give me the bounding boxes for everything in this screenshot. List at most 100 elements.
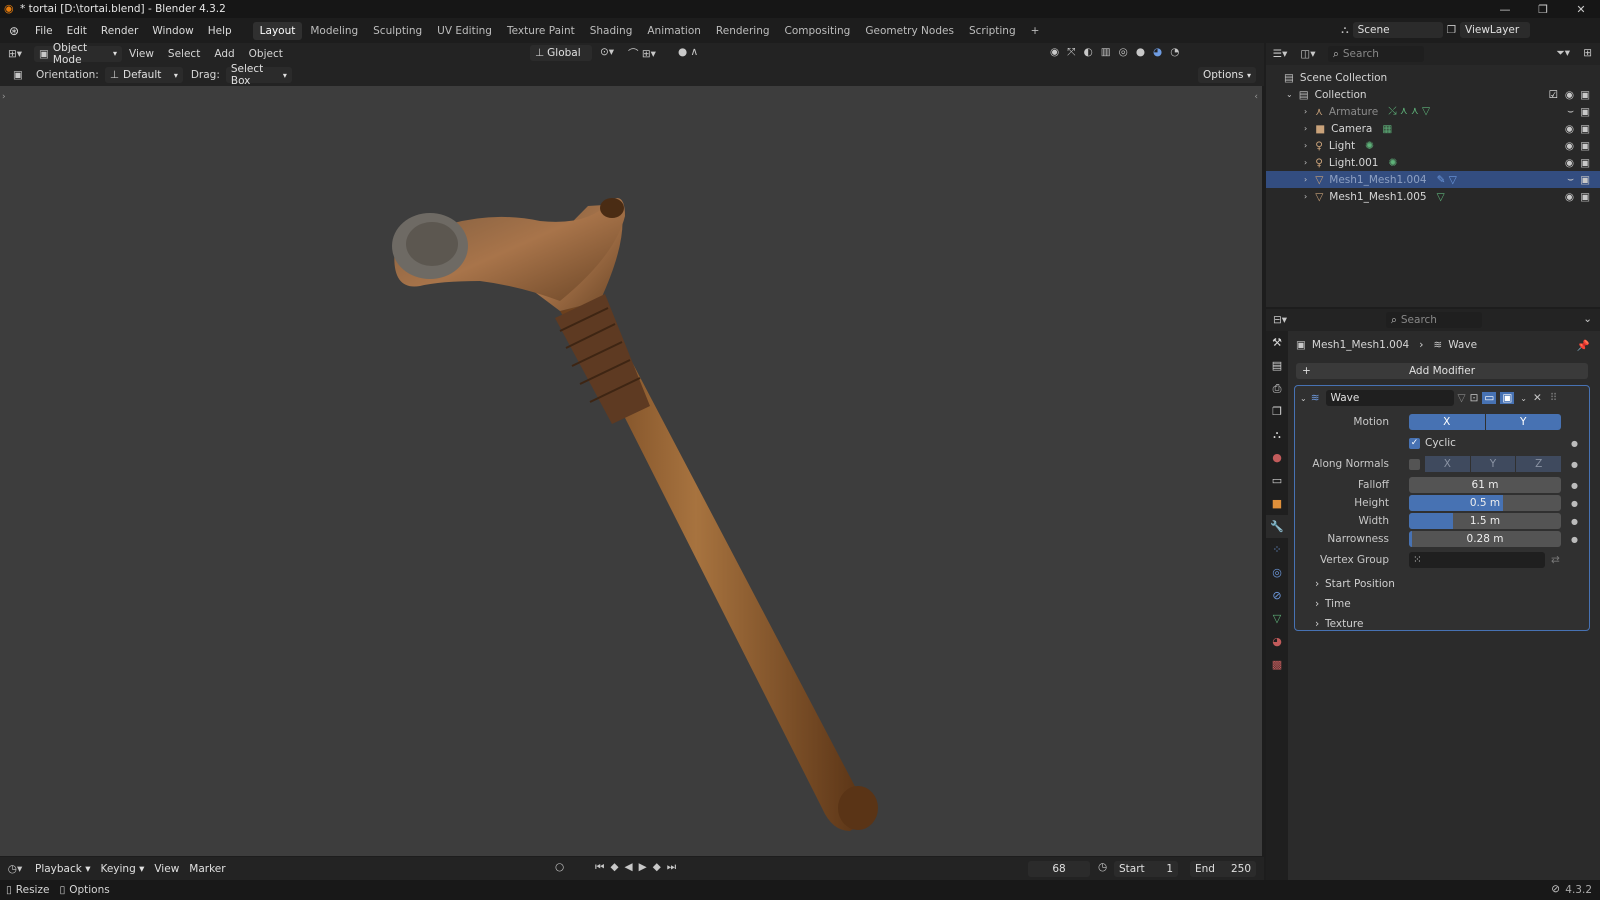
keyframe-dot-icon[interactable]: ● bbox=[1571, 481, 1578, 490]
gizmo-icon[interactable]: ⤧ bbox=[1067, 46, 1075, 59]
current-frame-field[interactable]: 68 bbox=[1028, 861, 1090, 877]
menu-playback[interactable]: Playback ▾ bbox=[30, 861, 95, 877]
eye-icon[interactable]: ◉ bbox=[1565, 157, 1574, 169]
normals-y-toggle[interactable]: Y bbox=[1470, 456, 1516, 472]
hidden-icon[interactable]: ⌣ bbox=[1567, 173, 1574, 186]
chevron-right-icon[interactable]: › bbox=[1304, 107, 1307, 116]
proportional-edit-icon[interactable]: ● ∧ bbox=[678, 46, 698, 58]
outliner-editor-icon[interactable]: ☰▾ bbox=[1266, 48, 1294, 60]
display-mode-icon[interactable]: ◫▾ bbox=[1294, 48, 1322, 60]
camera-render-icon[interactable]: ▣ bbox=[1580, 174, 1590, 186]
falloff-field[interactable]: 61 m bbox=[1409, 477, 1561, 493]
view-layer-selector[interactable]: ViewLayer bbox=[1460, 22, 1530, 38]
modifier-name-field[interactable]: Wave bbox=[1325, 390, 1454, 406]
collapse-icon[interactable]: ⌄ bbox=[1300, 394, 1307, 403]
camera-render-icon[interactable]: ▣ bbox=[1580, 157, 1590, 169]
eye-icon[interactable]: ◉ bbox=[1565, 191, 1574, 203]
tab-shading[interactable]: Shading bbox=[583, 22, 640, 40]
properties-search-input[interactable]: ⌕ Search bbox=[1386, 312, 1482, 328]
mode-selector[interactable]: ▣ Object Mode ▾ bbox=[34, 42, 122, 66]
start-frame-field[interactable]: Start 1 bbox=[1114, 861, 1178, 877]
normals-x-toggle[interactable]: X bbox=[1425, 456, 1470, 472]
collection-checkbox-icon[interactable]: ☑ bbox=[1549, 89, 1558, 101]
drag-selector[interactable]: Select Box ▾ bbox=[225, 63, 292, 87]
output-tab-icon[interactable]: ⎙ bbox=[1266, 377, 1288, 400]
rendered-shading-icon[interactable]: ◔ bbox=[1170, 46, 1179, 59]
menu-keying[interactable]: Keying ▾ bbox=[95, 861, 149, 877]
texture-subpanel[interactable]: › Texture bbox=[1295, 616, 1589, 632]
height-slider[interactable]: 0.5 m bbox=[1409, 495, 1561, 511]
blender-menu-icon[interactable]: ⊛ bbox=[0, 24, 28, 38]
jump-start-icon[interactable]: ⏮ bbox=[595, 861, 604, 874]
dropdown-icon[interactable]: ⌄ bbox=[1520, 394, 1527, 403]
tab-compositing[interactable]: Compositing bbox=[778, 22, 858, 40]
menu-help[interactable]: Help bbox=[201, 25, 239, 37]
eye-icon[interactable]: ◉ bbox=[1565, 140, 1574, 152]
collection-row[interactable]: ⌄ ▤ Collection ☑ ◉ ▣ bbox=[1266, 86, 1600, 103]
remove-modifier-icon[interactable]: ✕ bbox=[1533, 392, 1542, 404]
menu-select[interactable]: Select bbox=[161, 48, 207, 60]
chevron-right-icon[interactable]: › bbox=[1304, 192, 1307, 201]
tab-animation[interactable]: Animation bbox=[640, 22, 708, 40]
outliner-item-light[interactable]: › ♀ Light ✺ ◉ ▣ bbox=[1266, 137, 1600, 154]
world-tab-icon[interactable]: ● bbox=[1266, 446, 1288, 469]
camera-render-icon[interactable]: ▣ bbox=[1580, 191, 1590, 203]
tab-layout[interactable]: Layout bbox=[252, 22, 303, 40]
tab-modeling[interactable]: Modeling bbox=[303, 22, 365, 40]
play-reverse-icon[interactable]: ◀ bbox=[625, 861, 633, 874]
realtime-icon[interactable]: ▭ bbox=[1482, 392, 1497, 404]
normals-z-toggle[interactable]: Z bbox=[1516, 456, 1562, 472]
eye-icon[interactable]: ◉ bbox=[1565, 123, 1574, 135]
scene-selector[interactable]: Scene bbox=[1352, 22, 1443, 38]
menu-object[interactable]: Object bbox=[242, 48, 290, 60]
transform-orientation-selector[interactable]: ⊥ Global bbox=[530, 45, 592, 61]
data-tab-icon[interactable]: ▽ bbox=[1266, 607, 1288, 630]
drag-handle-icon[interactable]: ⠿ bbox=[1550, 392, 1558, 404]
outliner-search-input[interactable]: ⌕ Search bbox=[1328, 46, 1424, 62]
play-icon[interactable]: ▶ bbox=[639, 861, 647, 874]
menu-render[interactable]: Render bbox=[94, 25, 145, 37]
tab-sculpting[interactable]: Sculpting bbox=[366, 22, 429, 40]
scene-icon[interactable]: ⛬ bbox=[1341, 24, 1348, 37]
visibility-icon[interactable]: ◉ bbox=[1050, 46, 1059, 59]
xray-icon[interactable]: ▥ bbox=[1101, 46, 1111, 59]
editor-type-icon[interactable]: ⊞▾ bbox=[0, 48, 30, 60]
menu-timeline-view[interactable]: View bbox=[149, 861, 184, 877]
toolbar-toggle-icon[interactable]: › bbox=[2, 92, 6, 102]
width-slider[interactable]: 1.5 m bbox=[1409, 513, 1561, 529]
object-tab-icon[interactable]: ■ bbox=[1266, 492, 1288, 515]
outliner-item-mesh1-mesh1-004[interactable]: › ▽ Mesh1_Mesh1.004 ✎ ▽ ⌣ ▣ bbox=[1266, 171, 1600, 188]
filter-icon[interactable]: ⏷▾ bbox=[1556, 47, 1570, 60]
menu-edit[interactable]: Edit bbox=[60, 25, 94, 37]
outliner-item-light-001[interactable]: › ♀ Light.001 ✺ ◉ ▣ bbox=[1266, 154, 1600, 171]
tool-tab-icon[interactable]: ⚒ bbox=[1266, 331, 1288, 354]
along-normals-checkbox[interactable] bbox=[1409, 458, 1420, 470]
start-position-subpanel[interactable]: › Start Position bbox=[1295, 576, 1589, 592]
constraints-tab-icon[interactable]: ⊘ bbox=[1266, 584, 1288, 607]
scene-tab-icon[interactable]: ⛬ bbox=[1266, 423, 1288, 446]
expand-collection-icon[interactable]: ⌄ bbox=[1286, 90, 1293, 99]
pin-icon[interactable]: 📌 bbox=[1577, 339, 1590, 352]
tab-scripting[interactable]: Scripting bbox=[962, 22, 1023, 40]
clock-icon[interactable]: ◷ bbox=[1098, 861, 1107, 873]
edit-mode-icon[interactable]: ⊡ bbox=[1470, 392, 1479, 404]
overlay-icon[interactable]: ◐ bbox=[1084, 46, 1093, 59]
particles-tab-icon[interactable]: ⁘ bbox=[1266, 538, 1288, 561]
keyframe-dot-icon[interactable]: ● bbox=[1571, 517, 1578, 526]
options-button[interactable]: Options ▾ bbox=[1198, 67, 1256, 83]
menu-window[interactable]: Window bbox=[145, 25, 200, 37]
chevron-down-icon[interactable]: ⌄ bbox=[1583, 313, 1592, 325]
tool-icon[interactable]: ▣ bbox=[0, 69, 36, 81]
collection-tab-icon[interactable]: ▭ bbox=[1266, 469, 1288, 492]
auto-keying-icon[interactable]: ○ bbox=[555, 861, 564, 873]
add-modifier-button[interactable]: + Add Modifier bbox=[1296, 363, 1588, 379]
view-layer-icon[interactable]: ❐ bbox=[1447, 24, 1456, 36]
cyclic-checkbox[interactable]: ✓ bbox=[1409, 437, 1420, 449]
edit-cage-icon[interactable]: ▽ bbox=[1458, 392, 1466, 404]
camera-render-icon[interactable]: ▣ bbox=[1580, 89, 1590, 101]
keyframe-dot-icon[interactable]: ● bbox=[1571, 439, 1578, 448]
chevron-right-icon[interactable]: › bbox=[1304, 175, 1307, 184]
close-window-button[interactable]: ✕ bbox=[1562, 0, 1600, 18]
chevron-right-icon[interactable]: › bbox=[1304, 141, 1307, 150]
tab-geometry-nodes[interactable]: Geometry Nodes bbox=[858, 22, 961, 40]
